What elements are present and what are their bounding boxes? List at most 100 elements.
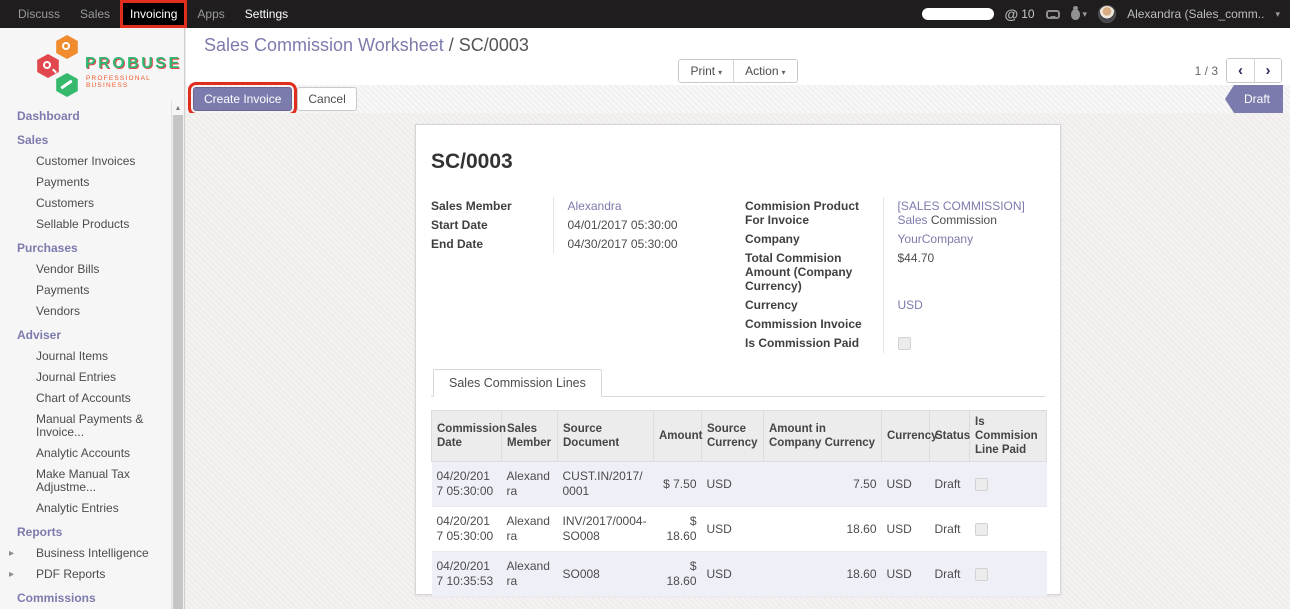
sidebar-entry[interactable]: ▸Payments <box>0 174 171 191</box>
create-invoice-button[interactable]: Create Invoice <box>193 87 292 111</box>
sidebar-entry-label: Payments <box>36 283 89 297</box>
commission-line-row[interactable]: 04/20/2017 10:35:53 Alexandra SO008 $ 18… <box>432 552 1047 597</box>
sidebar-entry-label: Analytic Accounts <box>36 446 130 460</box>
status-badge[interactable]: Draft <box>1225 85 1283 113</box>
column-header[interactable]: Is Commision Line Paid <box>970 411 1047 462</box>
cell-currency: USD <box>882 462 930 507</box>
cell-currency: USD <box>882 507 930 552</box>
cell-source-document: SO008 <box>558 552 654 597</box>
sidebar-entry-label: Business Intelligence <box>36 546 149 560</box>
nav-app-item[interactable]: Discuss <box>8 0 70 28</box>
cell-sales-member: Alexandra <box>502 552 558 597</box>
sidebar-entry[interactable]: ▸Analytic Accounts <box>0 445 171 462</box>
sidebar-entry[interactable]: ▸Adviser <box>0 327 171 344</box>
is-commission-paid-checkbox[interactable] <box>898 337 911 350</box>
column-header[interactable]: Currency <box>882 411 930 462</box>
sidebar-entry[interactable]: ▸Sellable Products <box>0 216 171 233</box>
field-value-total-commission: $44.70 <box>883 249 1045 296</box>
messages-button[interactable] <box>1046 10 1060 19</box>
commission-line-row[interactable]: 04/20/2017 05:30:00 Alexandra CUST.IN/20… <box>432 462 1047 507</box>
field-value-currency[interactable]: USD <box>898 298 923 312</box>
nav-app-item[interactable]: Sales <box>70 0 120 28</box>
field-value-commission-product-rest: Commission <box>931 213 997 227</box>
company-logo: PROBUSE PROFESSIONAL BUSINESS <box>0 28 184 101</box>
cell-currency: USD <box>882 552 930 597</box>
top-navbar: DiscussSalesInvoicingAppsSettings @ 10 ▾… <box>0 0 1290 28</box>
sidebar-entry-label: Customers <box>36 196 94 210</box>
field-label-commission-product: Commision Product For Invoice <box>745 197 883 230</box>
line-paid-checkbox[interactable] <box>975 523 988 536</box>
sidebar-entry[interactable]: ▸Customers <box>0 195 171 212</box>
sidebar: PROBUSE PROFESSIONAL BUSINESS ▸Dashboard… <box>0 28 185 609</box>
sidebar-entry[interactable]: ▸Payments <box>0 282 171 299</box>
breadcrumb: Sales Commission Worksheet / SC/0003 <box>204 35 529 56</box>
sidebar-entry[interactable]: ▸Purchases <box>0 240 171 257</box>
sidebar-entry-label: Journal Items <box>36 349 108 363</box>
field-label-start-date: Start Date <box>431 216 553 235</box>
bug-icon <box>1071 9 1080 20</box>
sidebar-entry[interactable]: ▸Vendor Bills <box>0 261 171 278</box>
nav-app-item[interactable]: Settings <box>235 0 298 28</box>
sidebar-entry[interactable]: ▸Business Intelligence <box>0 545 171 562</box>
field-label-company: Company <box>745 230 883 249</box>
breadcrumb-parent-link[interactable]: Sales Commission Worksheet <box>204 35 444 55</box>
column-header[interactable]: Commission Date <box>432 411 502 462</box>
sidebar-entry[interactable]: ▸Commissions <box>0 590 171 607</box>
scroll-up-arrow-icon[interactable]: ▲ <box>172 101 184 115</box>
sidebar-entry-label: Dashboard <box>17 109 80 123</box>
field-label-commission-invoice: Commission Invoice <box>745 315 883 334</box>
user-avatar[interactable] <box>1098 5 1116 23</box>
column-header[interactable]: Sales Member <box>502 411 558 462</box>
sidebar-entry-label: PDF Reports <box>36 567 105 581</box>
sidebar-entry[interactable]: ▸Vendors <box>0 303 171 320</box>
sidebar-entry[interactable]: ▸Dashboard <box>0 108 171 125</box>
logo-gear-hexagon-icon <box>55 35 79 59</box>
sidebar-entry-label: Adviser <box>17 328 61 342</box>
debug-menu-button[interactable]: ▾ <box>1071 9 1088 20</box>
pager-count: 1 / 3 <box>1195 64 1218 78</box>
column-header[interactable]: Source Document <box>558 411 654 462</box>
sidebar-entry-label: Manual Payments & Invoice... <box>36 412 143 439</box>
nav-app-item[interactable]: Invoicing <box>120 0 187 28</box>
commission-line-row[interactable]: 04/20/2017 05:30:00 Alexandra INV/2017/0… <box>432 507 1047 552</box>
logo-title: PROBUSE <box>85 55 182 73</box>
pager-next-button[interactable]: › <box>1254 59 1281 82</box>
line-paid-checkbox[interactable] <box>975 568 988 581</box>
sidebar-scrollbar[interactable]: ▲ <box>171 101 184 609</box>
statusbar: Create Invoice Cancel Draft <box>186 85 1290 113</box>
tab-sales-commission-lines[interactable]: Sales Commission Lines <box>433 369 602 397</box>
line-paid-checkbox[interactable] <box>975 478 988 491</box>
field-value-company[interactable]: YourCompany <box>898 232 974 246</box>
sidebar-entry-label: Make Manual Tax Adjustme... <box>36 467 130 494</box>
sidebar-entry[interactable]: ▸Make Manual Tax Adjustme... <box>0 466 171 496</box>
sidebar-entry[interactable]: ▸Reports <box>0 524 171 541</box>
field-value-sales-member[interactable]: Alexandra <box>568 199 622 213</box>
planner-progressbar[interactable] <box>922 8 994 20</box>
sidebar-entry-label: Payments <box>36 175 89 189</box>
user-menu[interactable]: Alexandra (Sales_comm.. <box>1127 7 1264 21</box>
column-header[interactable]: Source Currency <box>702 411 764 462</box>
action-button[interactable]: Action▾ <box>733 60 796 82</box>
sidebar-entry[interactable]: ▸Customer Invoices <box>0 153 171 170</box>
navbar-right: @ 10 ▾ Alexandra (Sales_comm.. ▾ <box>922 0 1290 28</box>
column-header[interactable]: Amount <box>654 411 702 462</box>
scrollbar-thumb[interactable] <box>173 115 183 609</box>
cancel-button[interactable]: Cancel <box>297 87 356 111</box>
sidebar-entry[interactable]: ▸Chart of Accounts <box>0 390 171 407</box>
sidebar-entry[interactable]: ▸Analytic Entries <box>0 500 171 517</box>
sidebar-button-group: Print▾ Action▾ <box>678 59 797 83</box>
print-button[interactable]: Print▾ <box>679 60 733 82</box>
sidebar-entry[interactable]: ▸Sales <box>0 132 171 149</box>
sidebar-entry[interactable]: ▸Manual Payments & Invoice... <box>0 411 171 441</box>
sidebar-entry[interactable]: ▸PDF Reports <box>0 566 171 583</box>
inbox-counter[interactable]: @ 10 <box>1005 6 1035 22</box>
column-header[interactable]: Status <box>930 411 970 462</box>
main-area: Sales Commission Worksheet / SC/0003 Pri… <box>186 28 1290 609</box>
pager-previous-button[interactable]: ‹ <box>1227 59 1254 82</box>
column-header[interactable]: Amount in Company Currency <box>764 411 882 462</box>
sidebar-entry[interactable]: ▸Journal Items <box>0 348 171 365</box>
sidebar-entry[interactable]: ▸Journal Entries <box>0 369 171 386</box>
cell-amount: $ 18.60 <box>654 507 702 552</box>
nav-app-item[interactable]: Apps <box>187 0 234 28</box>
sidebar-entry-label: Commissions <box>17 591 96 605</box>
